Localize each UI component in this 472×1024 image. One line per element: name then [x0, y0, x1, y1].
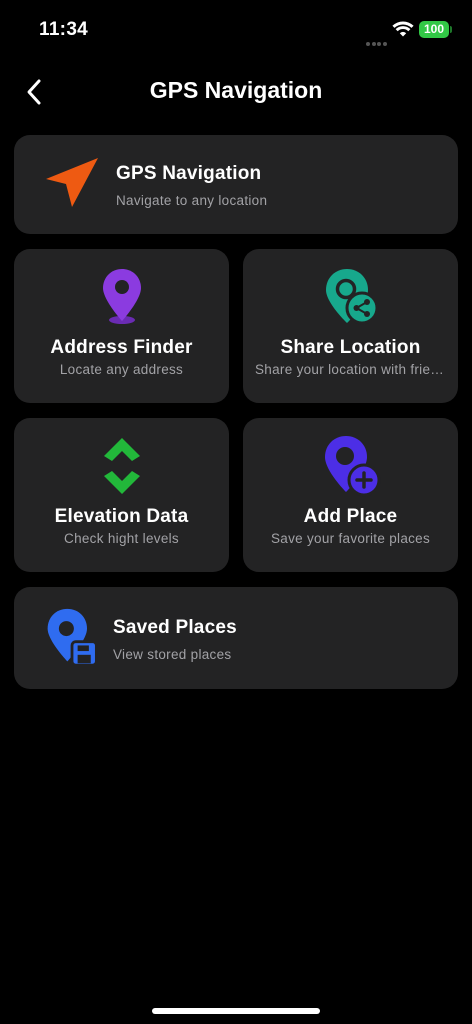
battery-level: 100 [419, 21, 449, 38]
home-indicator [152, 1008, 320, 1014]
card-title: Share Location [280, 337, 421, 358]
page-title: GPS Navigation [149, 77, 323, 103]
address-finder-card[interactable]: Address Finder Locate any address [14, 249, 229, 403]
up-down-chevrons-icon [103, 438, 140, 494]
share-location-card[interactable]: Share Location Share your location with … [243, 249, 458, 403]
gps-navigation-card[interactable]: GPS Navigation Navigate to any location [14, 135, 458, 234]
card-subtitle: Navigate to any location [116, 193, 268, 208]
card-title: GPS Navigation [116, 163, 262, 184]
status-time: 11:34 [39, 19, 89, 40]
saved-places-card[interactable]: Saved Places View stored places [14, 587, 458, 689]
share-location-icon [325, 269, 378, 325]
card-subtitle: Share your location with friends [255, 362, 446, 377]
card-title: Add Place [303, 506, 398, 527]
card-title: Elevation Data [54, 506, 189, 527]
card-subtitle: Locate any address [59, 362, 184, 377]
map-pin-icon [102, 269, 141, 324]
card-subtitle: View stored places [113, 647, 232, 662]
wifi-icon [392, 21, 414, 37]
card-subtitle: Check hight levels [64, 531, 179, 546]
card-title: Saved Places [113, 617, 237, 638]
card-title: Address Finder [50, 337, 193, 358]
saved-location-icon [47, 608, 98, 667]
navigation-arrow-icon [46, 158, 98, 207]
card-subtitle: Save your favorite places [270, 531, 431, 546]
add-place-card[interactable]: Add Place Save your favorite places [243, 418, 458, 572]
status-bar: 11:34 100 [0, 0, 472, 60]
add-location-icon [324, 436, 380, 497]
battery-indicator: 100 [419, 21, 452, 38]
elevation-data-card[interactable]: Elevation Data Check hight levels [14, 418, 229, 572]
cellular-signal-icon [366, 33, 388, 46]
